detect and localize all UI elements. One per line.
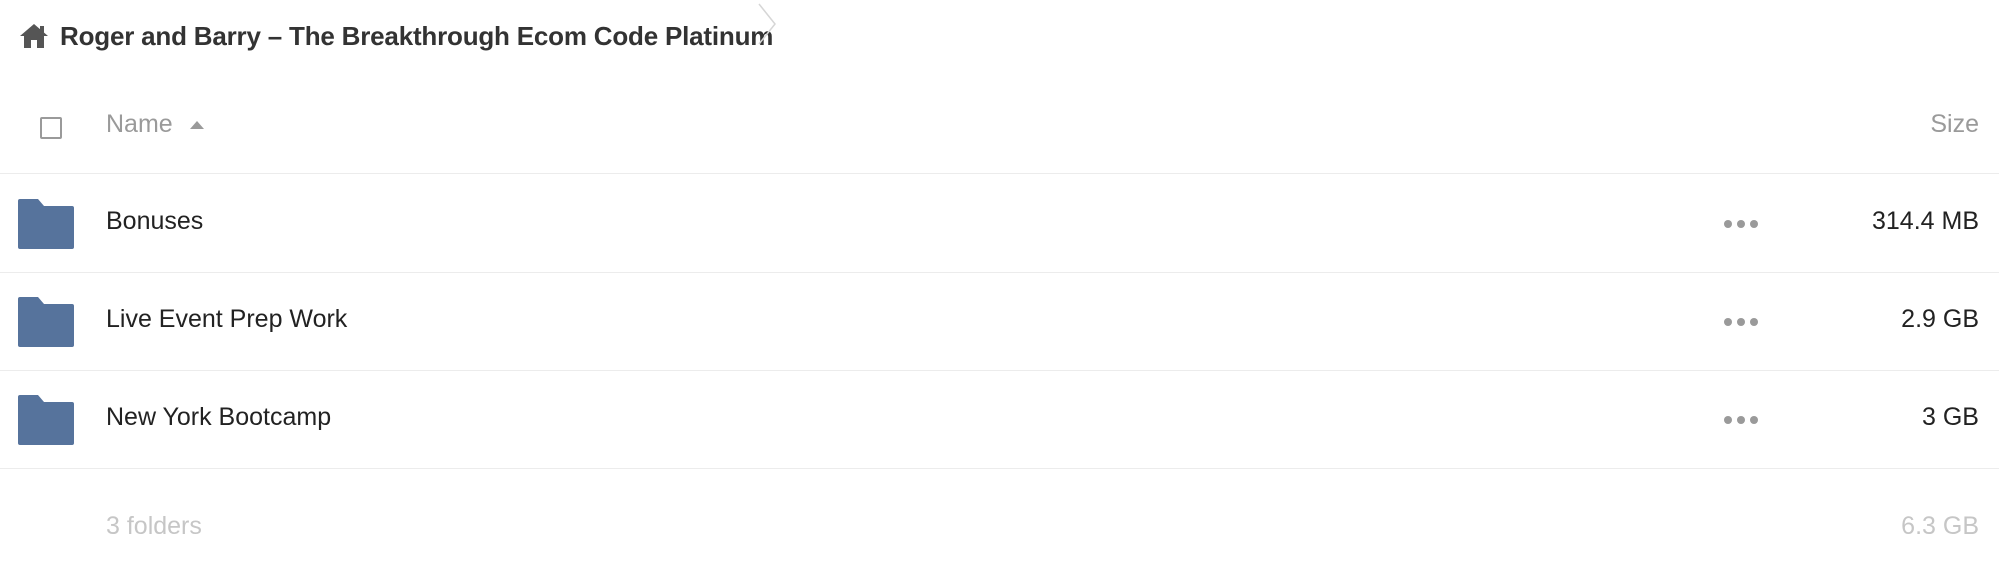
breadcrumb-current-folder[interactable]: Roger and Barry – The Breakthrough Ecom …	[60, 21, 773, 52]
folder-icon	[18, 395, 74, 445]
name-column-label: Name	[106, 110, 173, 138]
table-row[interactable]: Bonuses 314.4 MB	[0, 175, 1999, 273]
total-size: 6.3 GB	[1901, 512, 1979, 540]
more-dot	[1724, 220, 1732, 228]
select-all-checkbox[interactable]	[40, 117, 62, 139]
folder-name[interactable]: Bonuses	[106, 207, 203, 236]
folder-icon	[18, 199, 74, 249]
more-dot	[1750, 416, 1758, 424]
more-dot	[1737, 220, 1745, 228]
breadcrumb-separator-icon	[758, 3, 776, 45]
list-summary: 3 folders 6.3 GB	[0, 500, 1999, 560]
home-icon[interactable]	[18, 22, 50, 50]
folder-name[interactable]: New York Bootcamp	[106, 403, 331, 432]
folder-size: 2.9 GB	[1901, 305, 1979, 333]
more-dot	[1737, 318, 1745, 326]
folder-size: 314.4 MB	[1871, 207, 1979, 235]
table-header: Name Size	[0, 86, 1999, 174]
name-column-header[interactable]: Name	[106, 110, 205, 139]
more-dot	[1724, 318, 1732, 326]
more-options-button[interactable]	[1724, 211, 1758, 237]
folder-icon	[18, 297, 74, 347]
folder-count: 3 folders	[106, 512, 202, 540]
more-dot	[1737, 416, 1745, 424]
folder-size: 3 GB	[1922, 403, 1979, 431]
size-column-header[interactable]: Size	[1930, 110, 1979, 139]
more-options-button[interactable]	[1724, 407, 1758, 433]
more-dot	[1750, 220, 1758, 228]
sort-ascending-icon	[189, 120, 204, 129]
more-options-button[interactable]	[1724, 309, 1758, 335]
folder-name[interactable]: Live Event Prep Work	[106, 305, 347, 334]
table-row[interactable]: Live Event Prep Work 2.9 GB	[0, 273, 1999, 371]
breadcrumb: Roger and Barry – The Breakthrough Ecom …	[18, 12, 773, 60]
table-row[interactable]: New York Bootcamp 3 GB	[0, 371, 1999, 469]
file-browser: Roger and Barry – The Breakthrough Ecom …	[0, 0, 1999, 585]
more-dot	[1724, 416, 1732, 424]
more-dot	[1750, 318, 1758, 326]
